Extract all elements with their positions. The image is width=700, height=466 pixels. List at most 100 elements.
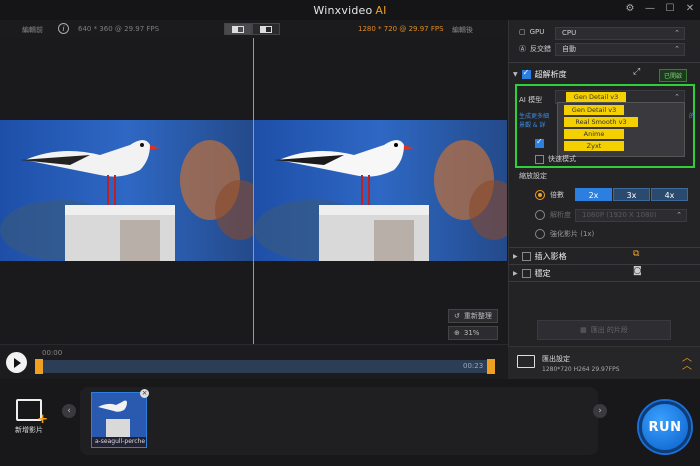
- bottom-bar: 新增影片 ‹ › × a-seagull-perche RUN: [0, 379, 700, 466]
- clip-thumbnail-image: [92, 393, 146, 437]
- scroll-left-button[interactable]: ‹: [62, 404, 76, 418]
- app-window: Winxvideo AI ⚙ — ☐ ✕ 編輯前 i 640 * 360 @ 29…: [0, 0, 700, 466]
- export-clip-label: 匯出 的片段: [590, 326, 628, 334]
- title-bar: Winxvideo AI ⚙ — ☐ ✕: [0, 0, 700, 20]
- gpu-row: ▢ GPU: [519, 28, 544, 36]
- time-start: 00:00: [42, 349, 63, 357]
- model-option[interactable]: Zyxt: [564, 141, 624, 151]
- timeline: 00:00 00:23: [0, 344, 508, 379]
- play-button[interactable]: [6, 352, 27, 373]
- remove-clip-icon[interactable]: ×: [140, 389, 149, 398]
- side-view-button[interactable]: [252, 23, 280, 35]
- view-mode-toggle: [224, 23, 280, 35]
- resolution-select[interactable]: 1080P (1920 X 1080) ⌃: [575, 209, 687, 222]
- separator: [509, 281, 700, 282]
- camera-icon: ◙: [633, 266, 642, 276]
- compare-icon[interactable]: ⤢: [633, 67, 640, 77]
- trim-start-handle[interactable]: [35, 359, 43, 374]
- after-label: 編輯後: [452, 26, 473, 34]
- model-description-line1: 生成更多細: [519, 111, 549, 120]
- ai-model-label: AI 模型: [519, 96, 543, 104]
- app-title: Winxvideo AI: [313, 4, 386, 17]
- scale-settings-label: 縮放設定: [519, 172, 547, 180]
- gpu-select[interactable]: CPU ⌃: [555, 27, 685, 40]
- option-checkbox-row: [535, 137, 548, 148]
- fast-mode-checkbox[interactable]: [535, 154, 544, 164]
- resolution-label: 解析度: [550, 211, 571, 219]
- before-label: 編輯前: [22, 26, 43, 34]
- ai-model-selected: Gen Detail v3: [566, 92, 626, 102]
- monitor-icon: [517, 355, 535, 368]
- add-video-label: 新增影片: [15, 426, 43, 434]
- side-view-icon: [260, 25, 272, 33]
- interpolation-icon: ⧉: [633, 249, 640, 259]
- scale-settings-header: 縮放設定: [519, 171, 547, 181]
- refresh-icon: ↺: [454, 312, 460, 320]
- separator: [509, 62, 700, 63]
- deinterlace-row: Ⓐ 反交錯: [519, 44, 551, 54]
- deinterlace-label: 反交錯: [530, 45, 551, 53]
- info-icon[interactable]: i: [58, 23, 69, 34]
- option-checkbox[interactable]: [535, 137, 544, 148]
- preview-before-image: [0, 120, 253, 261]
- zoom-icon: ⊕: [454, 329, 460, 337]
- enabled-badge: 已開啟: [659, 69, 688, 82]
- gpu-value: CPU: [562, 29, 577, 37]
- clip-strip: [80, 387, 598, 455]
- split-view-button[interactable]: [224, 23, 252, 35]
- resolution-radio[interactable]: [535, 210, 545, 220]
- reset-button[interactable]: ↺ 重新整理: [448, 309, 498, 323]
- enhance-row: 強化影片 (1x): [535, 229, 594, 239]
- export-settings[interactable]: 匯出設定 1280*720 H264 29.97FPS ︿ ︿: [508, 346, 700, 379]
- gpu-label: GPU: [529, 28, 545, 36]
- zoom-level: 31%: [463, 329, 480, 337]
- fast-mode-row: 快速模式: [535, 154, 576, 164]
- resolution-value: 1080P (1920 X 1080): [582, 211, 657, 219]
- interpolation-row: ▶ 插入影格: [513, 251, 567, 262]
- deinterlace-select[interactable]: 自動 ⌃: [555, 43, 685, 56]
- timeline-track[interactable]: [40, 360, 492, 373]
- app-title-text: Winxvideo: [313, 3, 373, 17]
- preview-header: 編輯前 i 640 * 360 @ 29.97 FPS 1280 * 720 @…: [0, 20, 508, 38]
- resolution-before: 640 * 360 @ 29.97 FPS: [78, 25, 160, 33]
- multiplier-label: 倍數: [550, 191, 564, 199]
- clip-name: a-seagull-perche: [94, 438, 146, 445]
- scale-3x-button[interactable]: 3x: [613, 188, 650, 201]
- stabilize-label: 穩定: [534, 269, 551, 278]
- stabilize-row: ▶ 穩定: [513, 268, 551, 279]
- enhance-label: 強化影片 (1x): [550, 230, 595, 238]
- model-option[interactable]: Gen Detail v3: [564, 105, 624, 115]
- select-caret-icon: ⌃: [674, 29, 680, 37]
- expand-triangle-icon[interactable]: ▶: [513, 253, 518, 260]
- zoom-button[interactable]: ⊕ 31%: [448, 326, 498, 340]
- expand-triangle-icon[interactable]: ▶: [513, 270, 518, 277]
- export-clip-button[interactable]: ▦ 匯出 的片段: [537, 320, 671, 340]
- model-option[interactable]: Real Smooth v3: [564, 117, 638, 127]
- maximize-icon[interactable]: ☐: [664, 2, 676, 16]
- run-button[interactable]: RUN: [639, 401, 691, 453]
- clip-thumbnail[interactable]: × a-seagull-perche: [91, 389, 149, 448]
- trim-end-handle[interactable]: [487, 359, 495, 374]
- scale-4x-button[interactable]: 4x: [651, 188, 688, 201]
- superres-checkbox[interactable]: [521, 68, 531, 79]
- deinterlace-icon: Ⓐ: [519, 45, 526, 53]
- settings-gear-icon[interactable]: ⚙: [624, 2, 636, 16]
- multiplier-row: 倍數: [535, 190, 564, 200]
- collapse-triangle-icon[interactable]: ▼: [513, 71, 518, 78]
- enhance-radio[interactable]: [535, 229, 545, 239]
- separator: [509, 264, 700, 265]
- close-icon[interactable]: ✕: [684, 2, 696, 16]
- resolution-after: 1280 * 720 @ 29.97 FPS: [358, 25, 444, 33]
- multiplier-radio[interactable]: [535, 190, 545, 200]
- stabilize-checkbox[interactable]: [521, 269, 531, 278]
- scale-2x-button[interactable]: 2x: [575, 188, 612, 201]
- add-video-button[interactable]: 新增影片: [12, 399, 48, 435]
- expand-chevron-icon[interactable]: ︿ ︿: [682, 354, 692, 372]
- resolution-row: 解析度: [535, 210, 571, 220]
- minimize-icon[interactable]: —: [644, 2, 656, 16]
- interpolation-checkbox[interactable]: [521, 252, 531, 261]
- preview-after-image: [254, 120, 507, 261]
- model-option[interactable]: Anime: [564, 129, 624, 139]
- scroll-right-button[interactable]: ›: [593, 404, 607, 418]
- interpolation-label: 插入影格: [534, 252, 567, 261]
